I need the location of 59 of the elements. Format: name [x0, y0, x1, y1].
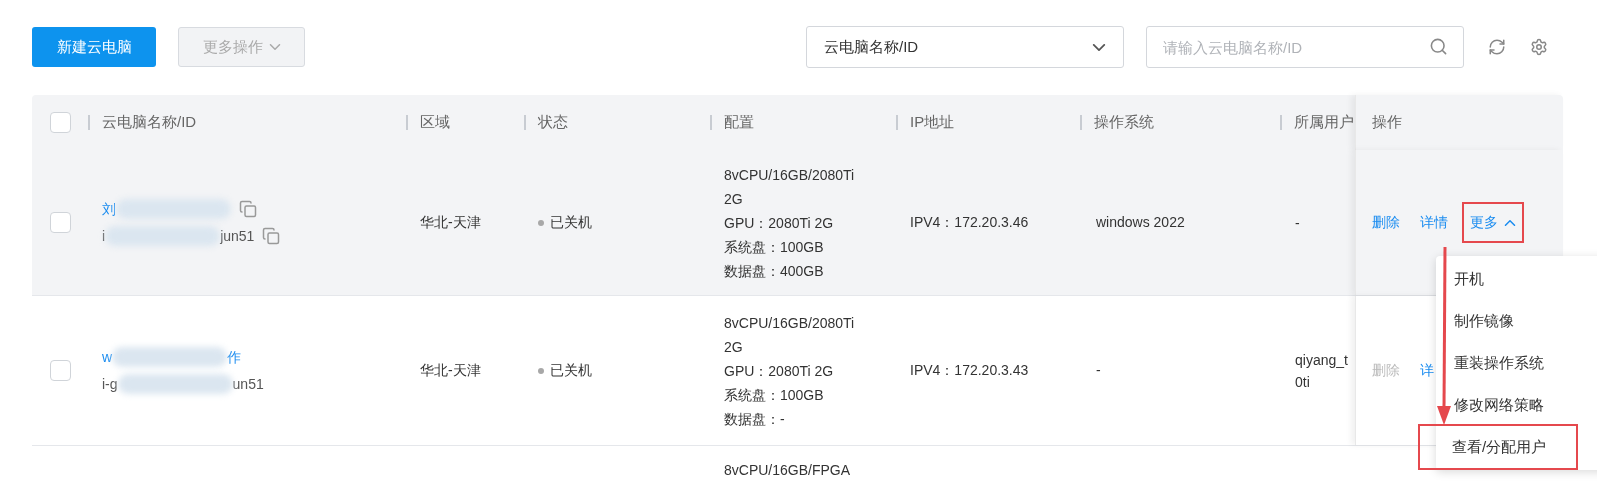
computer-name-link[interactable]: w [102, 346, 113, 368]
menu-item[interactable]: 查看/分配用户 [1420, 426, 1576, 468]
row-action-link[interactable]: 删除 [1372, 212, 1400, 233]
computer-id: i-g [102, 374, 118, 394]
ip-text: IPV4：172.20.3.46 [910, 213, 1029, 232]
filter-select[interactable]: 云电脑名称/ID [806, 26, 1124, 68]
column-header: 操作系统 [1094, 112, 1154, 133]
computer-name-link[interactable]: 刘 [102, 198, 116, 220]
config-text: 8vCPU/16GB/2080Ti [724, 165, 856, 185]
caret-down-icon [1092, 43, 1106, 51]
owner-text: - [1295, 213, 1301, 233]
status-text: 已关机 [550, 213, 592, 232]
row-action-link[interactable]: 详情 [1420, 212, 1448, 233]
computer-id: jun51 [220, 226, 255, 246]
column-header: 云电脑名称/ID [102, 112, 197, 133]
os-text: - [1096, 361, 1101, 380]
refresh-icon[interactable] [1488, 38, 1506, 56]
row-checkbox[interactable] [50, 360, 71, 381]
column-header: 操作 [1372, 112, 1402, 133]
config-text: 8vCPU/16GB/2080Ti [724, 313, 856, 333]
select-all-checkbox[interactable] [50, 112, 71, 133]
owner-text: 0ti [1295, 372, 1311, 392]
create-button[interactable]: 新建云电脑 [32, 27, 156, 67]
column-header: 配置 [724, 112, 754, 133]
region-text: 华北-天津 [420, 361, 481, 380]
column-header: IP地址 [910, 112, 955, 133]
config-text: 数据盘：400GB [724, 261, 825, 281]
column-header: 区域 [420, 112, 450, 133]
owner-text: qiyang_t [1295, 350, 1349, 370]
config-text: 2G [724, 337, 744, 357]
config-text: 2G [724, 189, 744, 209]
os-text: windows 2022 [1096, 213, 1185, 232]
computer-id: i [102, 226, 106, 246]
region-text: 华北-天津 [420, 213, 481, 232]
config-text: GPU：2080Ti 2G [724, 213, 835, 233]
row-checkbox[interactable] [50, 212, 71, 233]
search-icon[interactable] [1429, 37, 1448, 56]
row-action-link[interactable]: 更多 [1468, 208, 1518, 237]
row-action-link[interactable]: 详 [1420, 360, 1434, 381]
computer-id: un51 [232, 374, 264, 394]
settings-icon[interactable] [1530, 38, 1548, 56]
caret-down-icon [268, 44, 281, 50]
menu-item[interactable]: 制作镜像 [1454, 300, 1597, 342]
menu-item[interactable]: 修改网络策略 [1454, 384, 1597, 426]
config-text: GPU：2080Ti 2G [724, 361, 835, 381]
menu-item[interactable]: 重装操作系统 [1454, 342, 1597, 384]
column-header: 状态 [538, 112, 568, 133]
copy-icon[interactable] [262, 227, 281, 245]
config-text: 数据盘：- [724, 409, 786, 429]
search-field[interactable]: 请输入云电脑名称/ID [1146, 26, 1464, 68]
column-header: 所属用户 [1294, 112, 1354, 133]
computer-name-link[interactable]: 作 [227, 346, 242, 368]
ip-text: IPV4：172.20.3.43 [910, 361, 1029, 380]
config-text: 8vCPU/16GB/FPGA [724, 461, 851, 480]
config-text: 系统盘：100GB [724, 385, 825, 405]
status-text: 已关机 [550, 361, 592, 380]
config-text: 系统盘：100GB [724, 237, 825, 257]
copy-icon[interactable] [239, 200, 257, 218]
menu-item[interactable]: 开机 [1454, 258, 1597, 300]
